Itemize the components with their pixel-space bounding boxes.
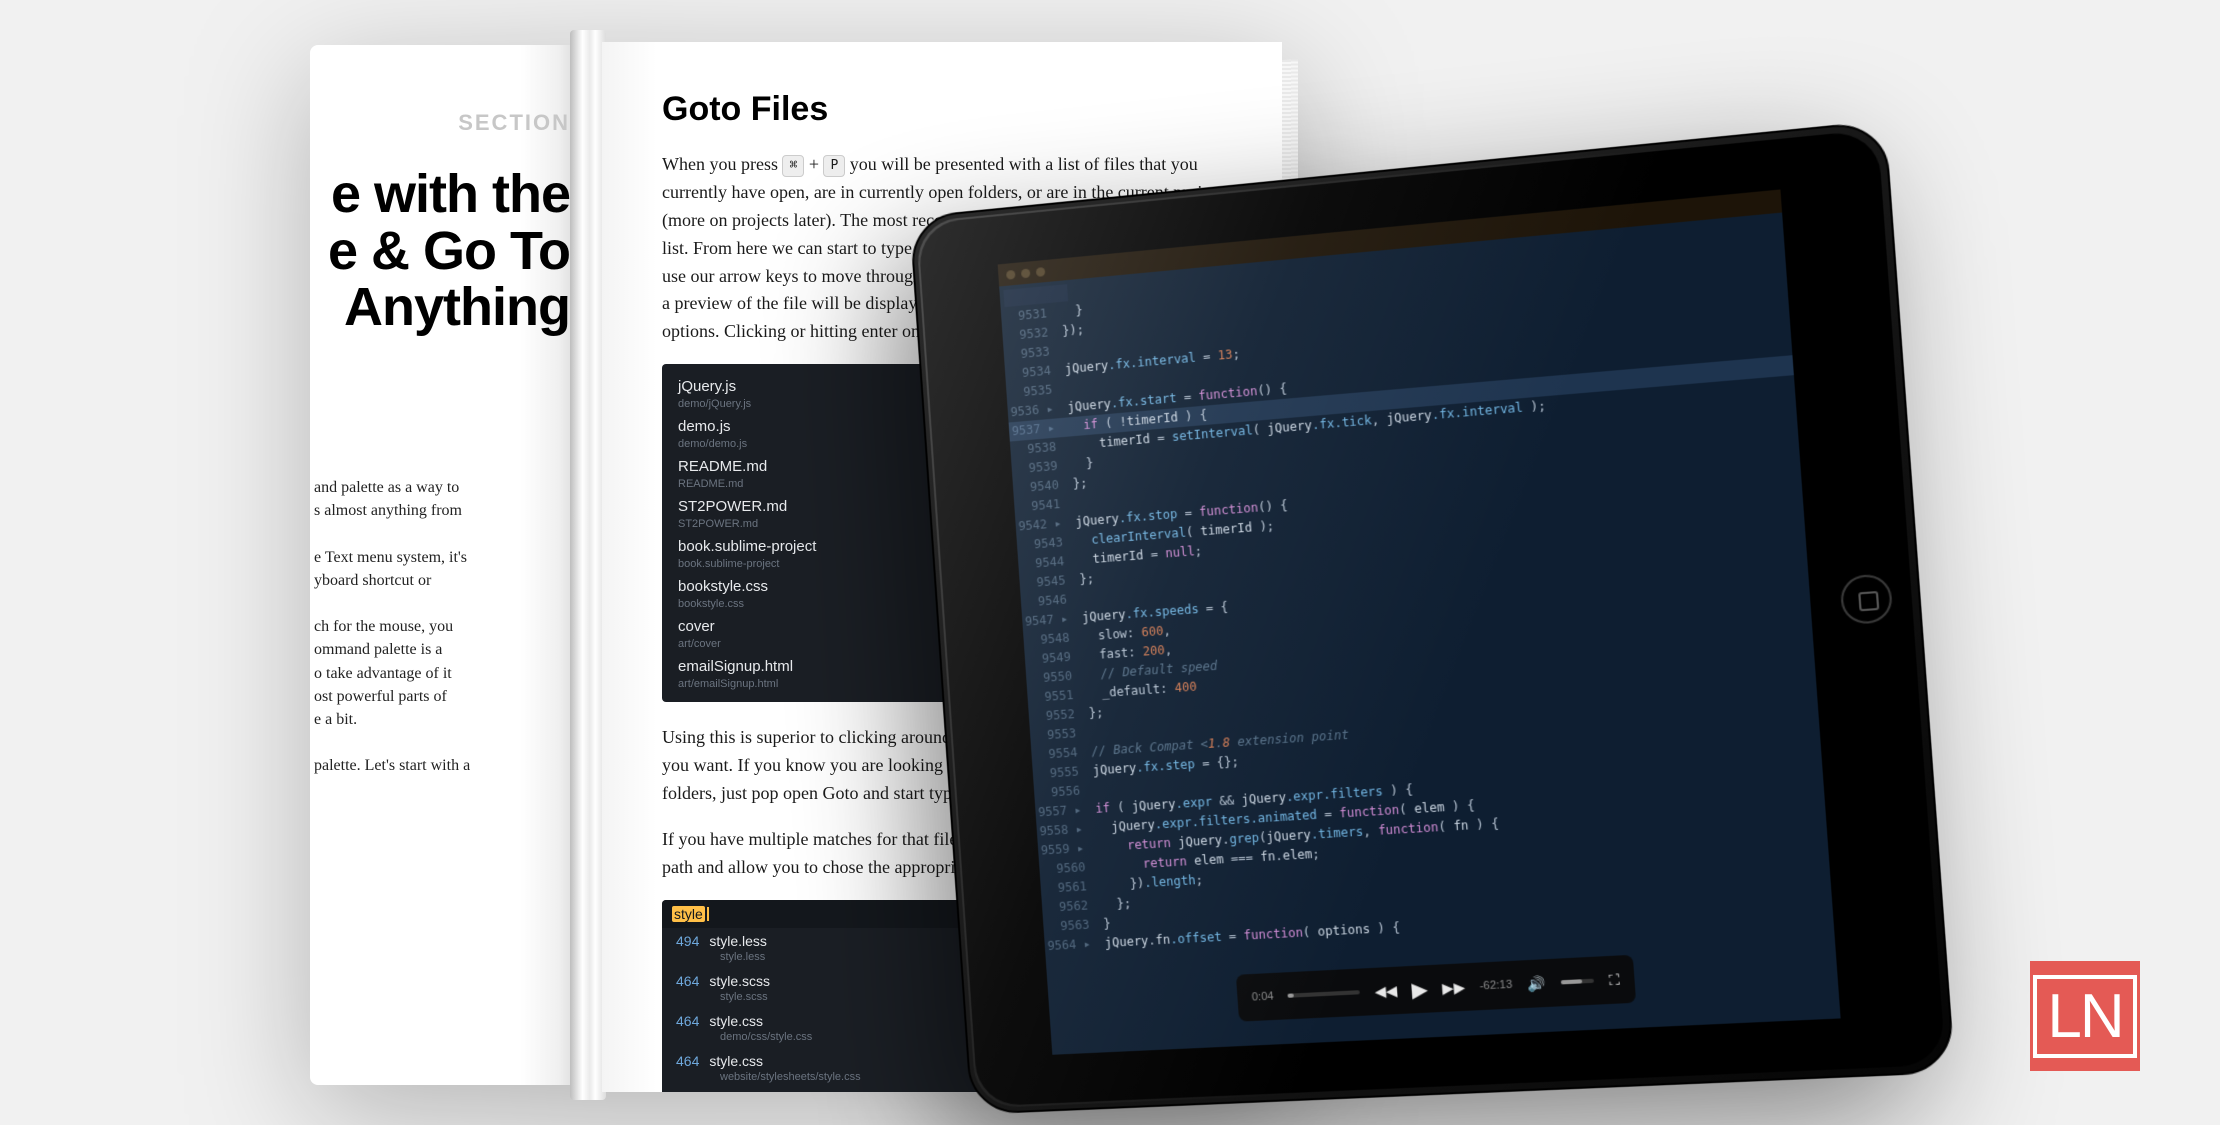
match-score: 464 xyxy=(676,1013,699,1029)
tablet-device: 9531 9532 9533 9534 9535 9536 ▸9537 ▸953… xyxy=(909,120,1955,1115)
text-fragment: palette. Let's start with a xyxy=(314,754,570,777)
watermark-text: LN xyxy=(2033,975,2136,1058)
traffic-light-min[interactable] xyxy=(1021,268,1031,278)
left-body-text: and palette as a way to s almost anythin… xyxy=(310,476,570,777)
title-line: Anything xyxy=(310,279,570,336)
goto-file-name: jQuery.js xyxy=(678,378,736,395)
editor-tab[interactable] xyxy=(1003,284,1068,307)
key-p: P xyxy=(823,155,845,177)
text-fragment: o take advantage of it xyxy=(314,662,570,685)
text-fragment: s almost anything from xyxy=(314,499,570,522)
time-elapsed: 0:04 xyxy=(1251,990,1274,1003)
goto-file-name: bookstyle.css xyxy=(678,578,768,595)
play-button[interactable]: ▶ xyxy=(1411,976,1429,1003)
text-fragment: ost powerful parts of xyxy=(314,685,570,708)
traffic-light-close[interactable] xyxy=(1006,269,1016,279)
search-query: style xyxy=(672,906,705,922)
volume-slider[interactable] xyxy=(1560,979,1594,985)
code-editor-screen: 9531 9532 9533 9534 9535 9536 ▸9537 ▸953… xyxy=(998,189,1841,1054)
text-fragment: e a bit. xyxy=(314,708,570,731)
book-spine xyxy=(570,30,606,1100)
text-fragment: ommand palette is a xyxy=(314,638,570,661)
goto-file-name: ST2POWER.md xyxy=(678,498,787,515)
title-line: e with the xyxy=(310,166,570,223)
match-score: 464 xyxy=(676,1053,699,1069)
text-fragment: ch for the mouse, you xyxy=(314,615,570,638)
fullscreen-button[interactable]: ⛶ xyxy=(1608,971,1620,989)
goto-file-name: demo.js xyxy=(678,418,731,435)
result-filename: style.css xyxy=(709,1013,763,1029)
forward-button[interactable]: ▶▶ xyxy=(1442,978,1466,997)
traffic-light-max[interactable] xyxy=(1036,267,1046,277)
page-heading: Goto Files xyxy=(662,90,1234,129)
title-line: e & Go To xyxy=(310,223,570,280)
result-filename: style.css xyxy=(709,1053,763,1069)
code-area[interactable]: }});jQuery.fx.interval = 13;jQuery.fx.st… xyxy=(1060,236,1840,1052)
ln-watermark: LN xyxy=(2030,961,2140,1071)
goto-file-name: book.sublime-project xyxy=(678,538,816,555)
progress-bar[interactable] xyxy=(1288,990,1360,998)
chapter-title: e with the e & Go To Anything xyxy=(310,166,570,336)
volume-icon[interactable]: 🔊 xyxy=(1527,974,1547,993)
result-filename: style.less xyxy=(709,933,767,949)
section-label: SECTION xyxy=(310,110,570,136)
text: + xyxy=(809,154,819,174)
text: When you press xyxy=(662,154,782,174)
text-fragment: and palette as a way to xyxy=(314,476,570,499)
match-score: 464 xyxy=(676,973,699,989)
goto-file-name: cover xyxy=(678,618,715,635)
book-left-page: SECTION e with the e & Go To Anything an… xyxy=(310,45,580,1085)
goto-file-name: emailSignup.html xyxy=(678,658,793,675)
goto-file-name: README.md xyxy=(678,458,767,475)
time-remaining: -62:13 xyxy=(1479,979,1513,993)
result-filename: style.scss xyxy=(709,973,770,989)
text-fragment: e Text menu system, it's xyxy=(314,546,570,569)
rewind-button[interactable]: ◀◀ xyxy=(1374,982,1398,1001)
text-fragment: yboard shortcut or xyxy=(314,569,570,592)
key-cmd: ⌘ xyxy=(782,155,804,177)
match-score: 494 xyxy=(676,933,699,949)
